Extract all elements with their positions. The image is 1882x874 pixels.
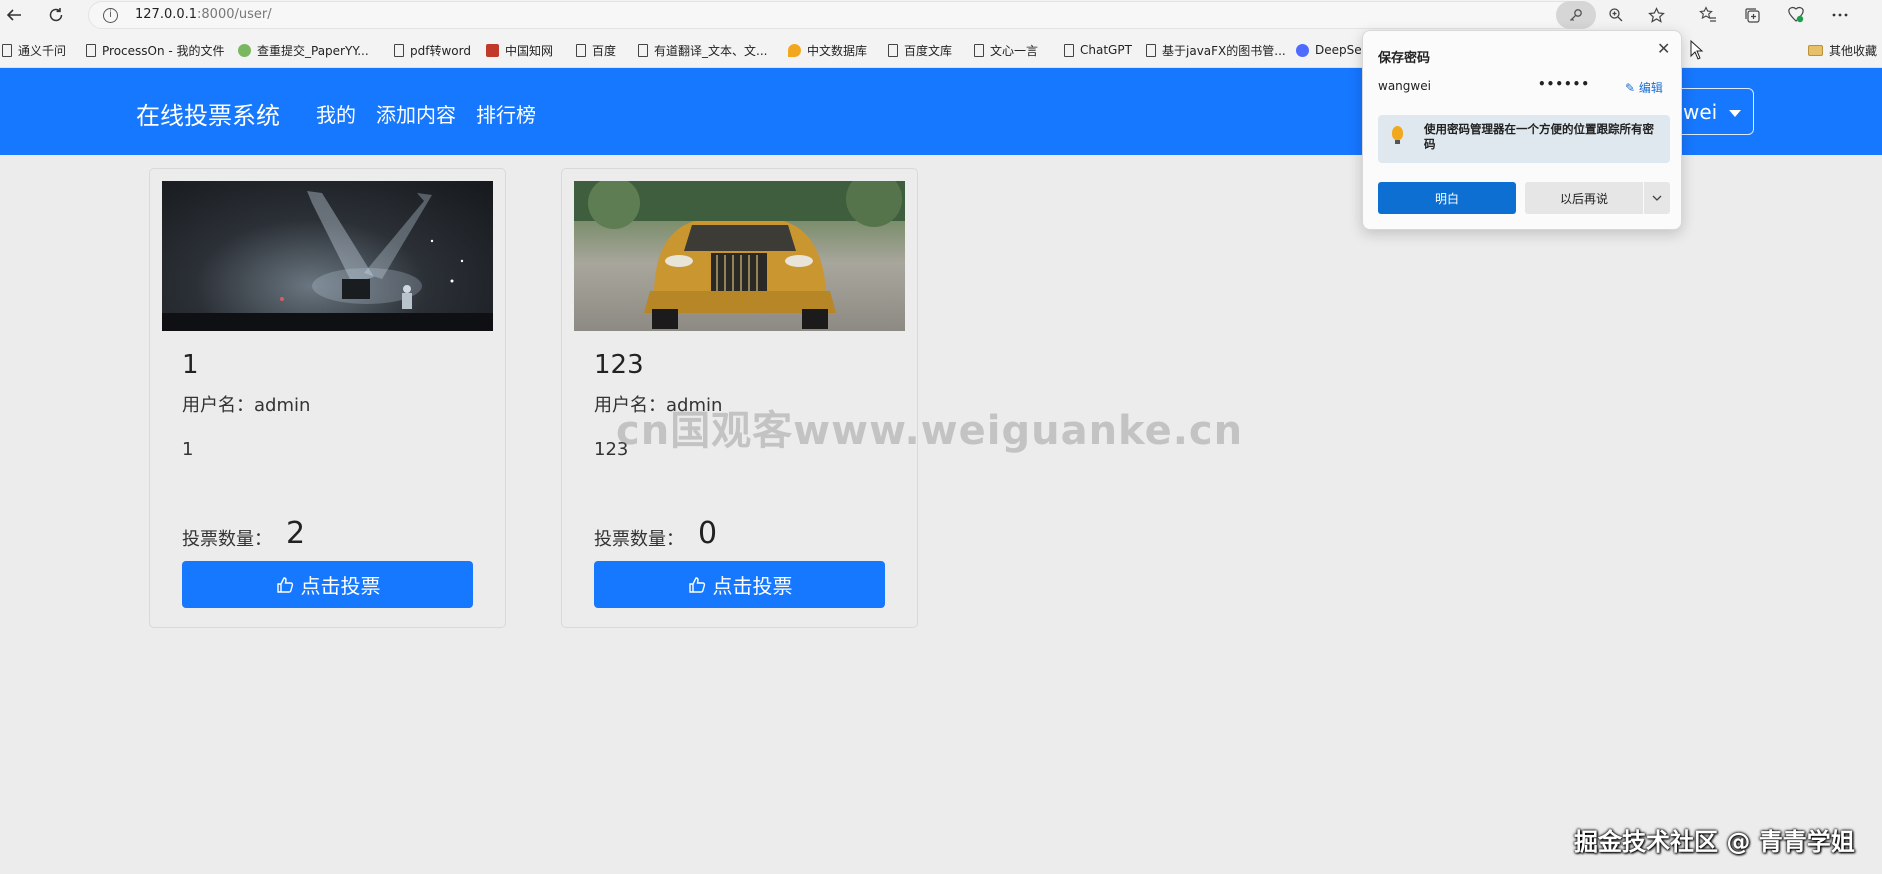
card-description: 1 [182,439,194,460]
vote-button[interactable]: 点击投票 [594,561,885,608]
user-name: wei [1683,100,1718,124]
bookmark-item[interactable]: DeepSe [1296,41,1362,59]
votes-label: 投票数量： [594,529,684,550]
brand-title[interactable]: 在线投票系统 [136,96,280,131]
bookmark-item[interactable]: 中国知网 [486,41,553,59]
vote-button-label: 点击投票 [712,574,793,598]
bookmark-item[interactable]: 通义千问 [2,41,66,59]
bookmark-item[interactable]: 文心一言 [974,41,1038,59]
bookmark-item[interactable]: 百度 [576,41,616,59]
nav-link-add-content[interactable]: 添加内容 [376,99,456,128]
doc-icon [576,43,586,57]
cnki-icon [486,43,499,57]
thumbs-up-icon [276,576,293,593]
doc-icon [1146,43,1156,57]
card-owner: 用户名：admin [182,395,311,416]
bookmark-item[interactable]: 百度文库 [888,41,952,59]
paperyy-icon [238,43,251,57]
bookmark-item[interactable]: pdf转word [394,41,471,59]
lightbulb-icon [1392,126,1403,144]
edit-link[interactable]: ✎ 编辑 [1625,79,1663,96]
tip-text: 使用密码管理器在一个方便的位置跟踪所有密码 [1424,122,1654,151]
bookmark-item[interactable]: ProcessOn - 我的文件 [86,41,225,59]
back-icon[interactable] [2,3,26,27]
votes-label: 投票数量： [182,529,272,550]
address-url: 127.0.0.1:8000/user/ [135,7,272,22]
vote-card: 1 用户名：admin 1 投票数量： 2 点击投票 [149,168,506,628]
favorite-star-icon[interactable] [1644,3,1668,27]
folder-icon [1808,44,1823,56]
site-info-icon[interactable]: i [103,8,118,23]
reload-icon[interactable] [44,3,68,27]
doc-icon [1064,43,1074,57]
location-icon [788,43,801,57]
nav-link-ranking[interactable]: 排行榜 [476,99,536,128]
bookmark-item[interactable]: 基于javaFX的图书管... [1146,41,1286,59]
bookmark-item[interactable]: 有道翻译_文本、文... [638,41,767,59]
doc-icon [638,43,648,57]
mouse-cursor-icon [1690,39,1704,64]
not-now-button[interactable]: 以后再说 [1525,182,1643,214]
votes-count: 0 [698,516,718,551]
vote-button-label: 点击投票 [300,574,381,598]
pencil-icon: ✎ [1625,81,1636,95]
card-title: 123 [594,350,644,380]
got-it-button[interactable]: 明白 [1378,182,1516,214]
popup-title: 保存密码 [1378,51,1431,66]
deepseek-icon [1296,43,1309,57]
saved-username: wangwei [1378,79,1431,93]
doc-icon [974,43,984,57]
more-menu-icon[interactable] [1828,3,1852,27]
vote-button[interactable]: 点击投票 [182,561,473,608]
browser-essentials-icon[interactable] [1784,3,1808,27]
saved-password-mask: •••••• [1538,77,1591,91]
browser-toolbar: i 127.0.0.1:8000/user/ [0,0,1882,30]
password-manager-tip: 使用密码管理器在一个方便的位置跟踪所有密码 [1378,115,1670,163]
doc-icon [2,43,12,57]
other-bookmarks-folder[interactable]: 其他收藏 [1808,41,1877,59]
card-image [162,181,493,331]
votes-count: 2 [286,516,306,551]
edit-label: 编辑 [1638,81,1663,95]
key-icon[interactable] [1556,1,1596,29]
thumbs-up-icon [688,576,705,593]
close-icon[interactable]: ✕ [1657,39,1670,58]
collections-icon[interactable] [1740,3,1764,27]
doc-icon [888,43,898,57]
watermark-text: cn国观客www.weiguanke.cn [616,408,1244,454]
doc-icon [86,43,96,57]
address-bar[interactable]: i 127.0.0.1:8000/user/ [88,1,1596,29]
zoom-icon[interactable] [1604,3,1628,27]
favorites-list-icon[interactable] [1696,3,1720,27]
nav-link-mine[interactable]: 我的 [316,99,356,128]
bookmark-item[interactable]: ChatGPT [1064,41,1132,59]
card-title: 1 [182,350,199,380]
bookmark-item[interactable]: 中文数据库 [788,41,867,59]
doc-icon [394,43,404,57]
bookmark-item[interactable]: 查重提交_PaperYY... [238,41,369,59]
chevron-down-icon[interactable] [1644,182,1670,214]
caret-down-icon [1729,110,1741,117]
credit-text: 掘金技术社区 @ 青青学姐 [1574,828,1855,856]
card-image [574,181,905,331]
save-password-popup: 保存密码 ✕ wangwei •••••• ✎ 编辑 使用密码管理器在一个方便的… [1362,30,1682,230]
